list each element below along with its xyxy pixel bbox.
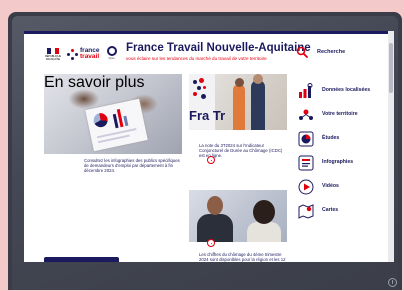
search-label: Recherche [317, 49, 346, 55]
search-icon [296, 46, 308, 58]
menu-item-votre-territoire[interactable]: Votre territoire [298, 103, 388, 127]
republique-francaise-logo: RÉPUBLIQUE FRANÇAISE [44, 45, 62, 63]
partner-logo: Opco [105, 46, 119, 62]
france-travail-mark-icon [67, 48, 78, 60]
infographic-icon [298, 155, 314, 171]
learn-more-button[interactable]: En savoir plus [44, 74, 145, 92]
map-pin-icon [298, 204, 314, 219]
menu-item-donnees-localisees[interactable]: Données localisées [298, 79, 388, 103]
pie-chart-icon [298, 131, 314, 147]
card-text: Consultez les infographies des publics s… [84, 158, 180, 174]
vertical-scrollbar[interactable] [388, 31, 394, 262]
news-card-chomage[interactable]: Les chiffres du chômage du 4ème trimestr… [189, 190, 287, 262]
pin-icon [207, 156, 215, 164]
people-network-icon [299, 109, 313, 120]
map-chart-icon [299, 83, 313, 98]
news-card-infographies[interactable]: Consultez les infographies des publics s… [44, 74, 182, 216]
page-subtitle: vous éclaire sur les tendances du marché… [126, 56, 267, 61]
bottom-tab-strip[interactable] [44, 257, 119, 262]
scrollbar-thumb[interactable] [389, 43, 393, 93]
search-button[interactable]: Recherche [296, 46, 345, 58]
menu-item-videos[interactable]: Vidéos [298, 175, 388, 199]
menu-item-infographies[interactable]: Infographies [298, 151, 388, 175]
page-title: France Travail Nouvelle-Aquitaine [126, 42, 311, 54]
card-text: Les chiffres du chômage du 4ème trimestr… [199, 252, 286, 262]
info-icon[interactable] [388, 278, 397, 287]
france-travail-logo: france travail [67, 47, 100, 60]
top-accent-bar [24, 31, 388, 34]
browser-screen: RÉPUBLIQUE FRANÇAISE france travail Opco… [24, 31, 394, 262]
menu-item-etudes[interactable]: Études [298, 127, 388, 151]
logo-group[interactable]: RÉPUBLIQUE FRANÇAISE france travail Opco [44, 43, 119, 65]
card-image-office: Fra Tr [189, 74, 287, 130]
news-card-icdc[interactable]: Fra Tr La note du 3T2024 sur l'Indicateu… [189, 74, 287, 185]
card-image-people [189, 190, 287, 242]
menu-item-cartes[interactable]: Cartes [298, 199, 388, 223]
play-icon [298, 179, 314, 195]
quick-links-menu: Données localisées Votre territoire Étud… [298, 79, 388, 223]
pin-icon [207, 239, 215, 247]
